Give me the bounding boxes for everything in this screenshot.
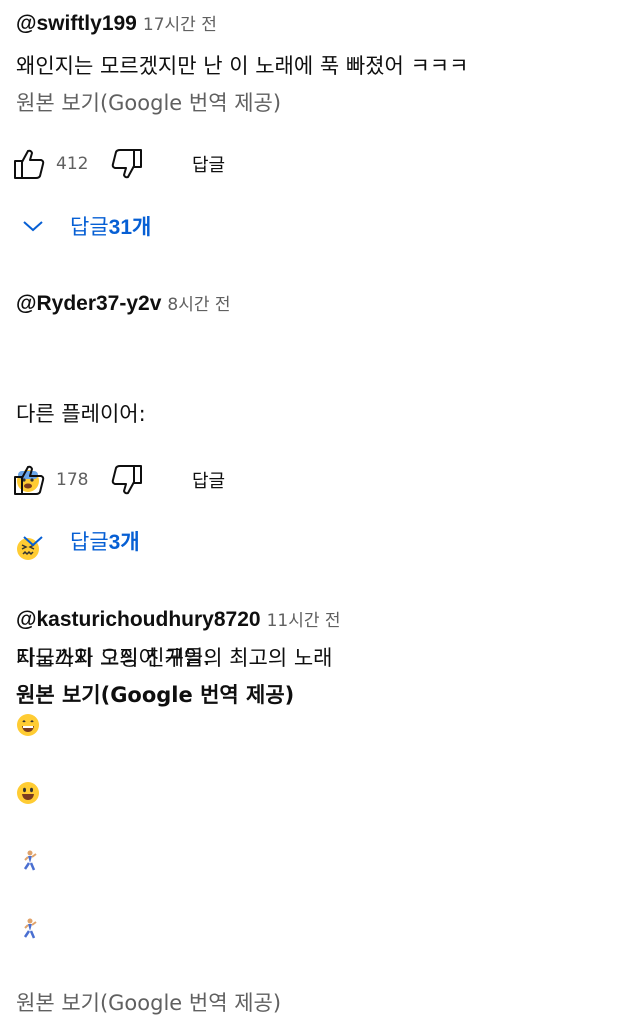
view-original-link[interactable]: 원본 보기(Google 번역 제공) (16, 88, 640, 118)
reply-button[interactable]: 답글 (192, 467, 225, 493)
view-original-link[interactable]: 원본 보기(Google 번역 제공) (16, 988, 640, 1018)
like-count: 178 (56, 470, 89, 490)
reply-button[interactable]: 답글 (192, 151, 225, 177)
thumbs-up-icon[interactable] (12, 463, 46, 497)
thumbs-up-icon[interactable] (12, 147, 46, 181)
show-replies-button[interactable]: 답글 31개 (22, 208, 151, 244)
comment-header: @kasturichoudhury8720 11시간 전 (16, 606, 640, 632)
comment-author[interactable]: @swiftly199 (16, 12, 137, 36)
dancing-man-emoji-icon (16, 812, 40, 871)
smiley-face-emoji-icon (16, 744, 40, 804)
comment-header: @Ryder37-y2v 8시간 전 (16, 290, 640, 316)
comment-time[interactable]: 17시간 전 (143, 10, 217, 35)
comment-header: @swiftly199 17시간 전 (16, 10, 640, 36)
dancing-man-emoji-icon (16, 880, 40, 939)
thumbs-down-icon[interactable] (110, 147, 144, 181)
comment-author[interactable]: @kasturichoudhury8720 (16, 608, 261, 632)
show-replies-button[interactable]: 답글 3개 (22, 523, 140, 559)
replies-count: 3개 (108, 531, 140, 554)
confounded-face-emoji-icon (16, 500, 40, 560)
comment-time[interactable]: 11시간 전 (267, 606, 341, 631)
comment-1-actions: 412 답글 (12, 144, 225, 184)
anxious-face-emoji-icon (16, 432, 40, 492)
comment-text: 왜인지는 모르겠지만 난 이 노래에 푹 빠졌어 ㅋㅋㅋ (16, 54, 469, 78)
comment-1: @swiftly199 17시간 전 왜인지는 모르겠지만 난 이 노래에 푹 … (16, 10, 640, 118)
comment-3: @kasturichoudhury8720 11시간 전 지금까지 오징어 게임… (16, 606, 640, 710)
thumbs-down-icon[interactable] (110, 463, 144, 497)
replies-label: 답글 (70, 530, 109, 554)
replies-count: 31개 (108, 216, 152, 239)
chevron-down-icon (22, 214, 44, 238)
comment-author[interactable]: @Ryder37-y2v (16, 292, 161, 316)
view-original-link[interactable]: 원본 보기(Google 번역 제공) (16, 680, 640, 710)
like-count: 412 (56, 154, 89, 174)
replies-label: 답글 (70, 215, 109, 239)
comment-time[interactable]: 8시간 전 (167, 290, 230, 315)
comment-2-actions: 178 답글 (12, 460, 225, 500)
chevron-down-icon (22, 529, 44, 553)
comment-text: 지금까지 오징어 게임의 최고의 노래 (16, 646, 333, 670)
